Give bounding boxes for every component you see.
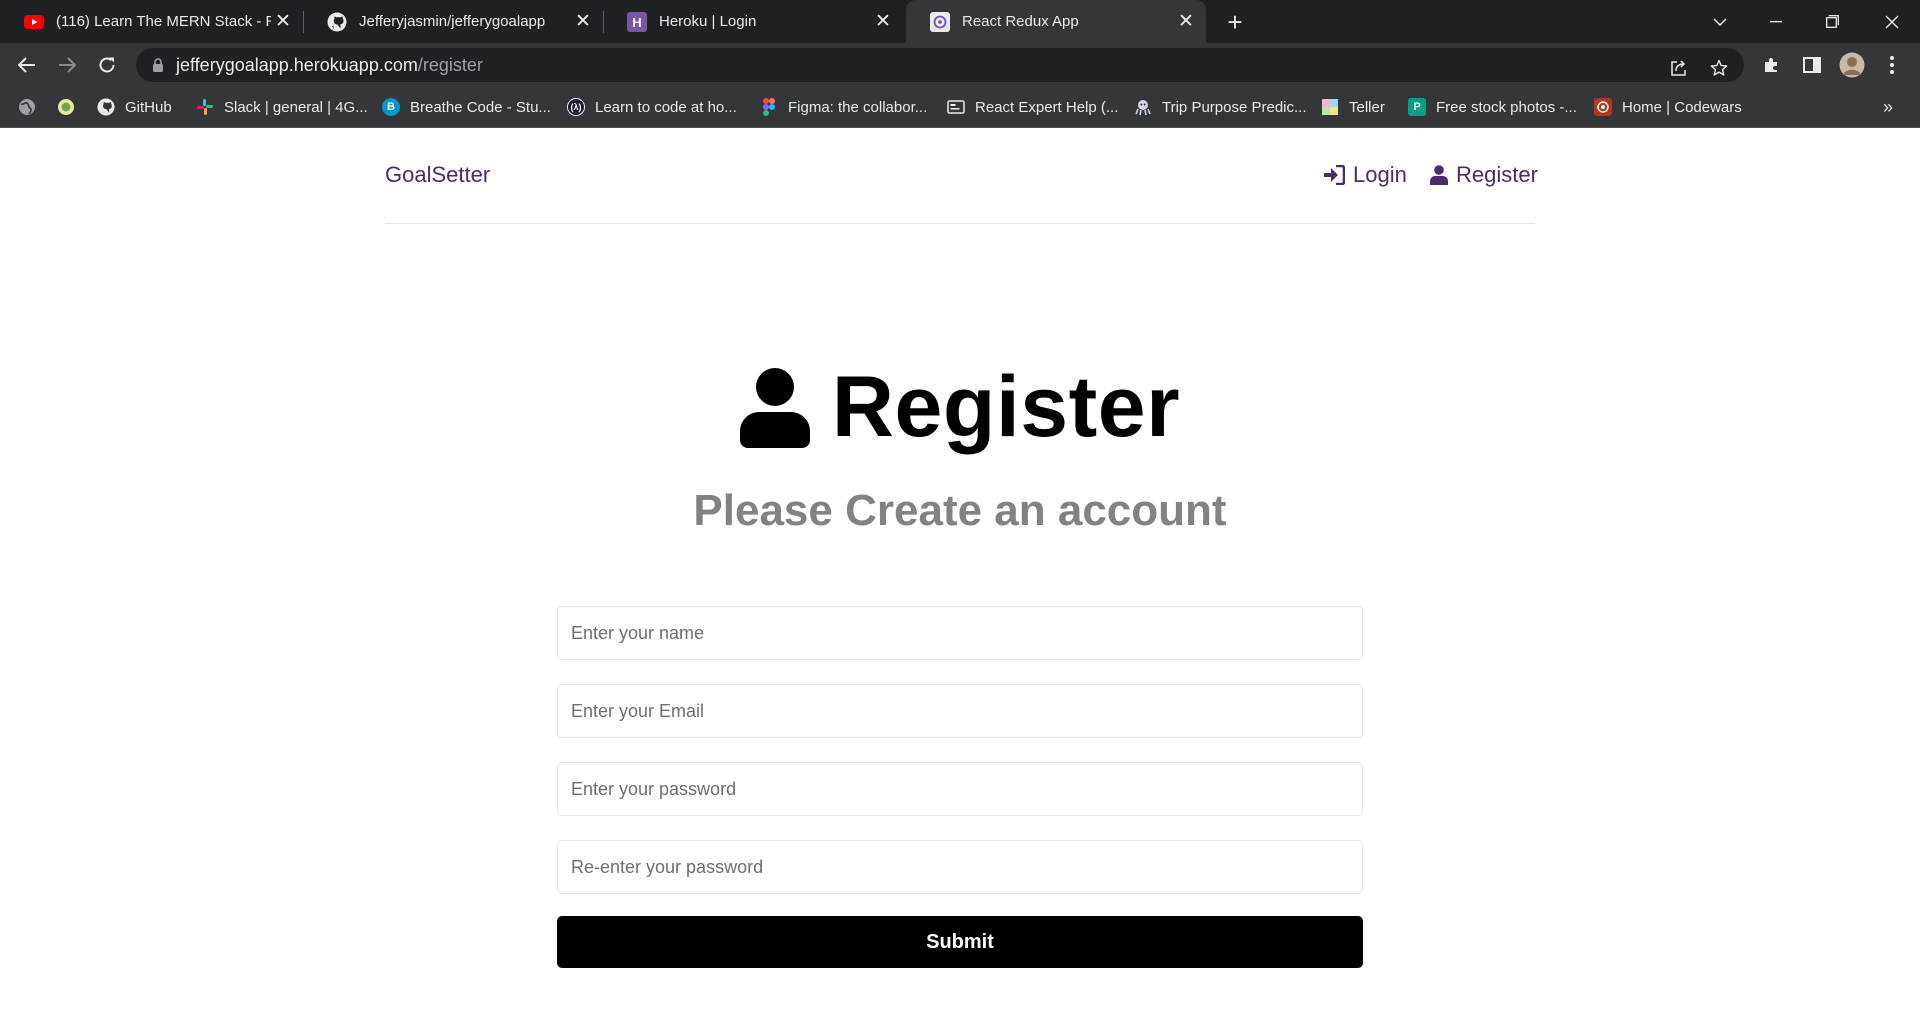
bookmark-label: Learn to code at ho... [595,98,737,116]
bookmark-figma[interactable]: Figma: the collabor... [760,95,927,119]
bookmark-label: Home | Codewars [1622,98,1742,116]
bookmark-react-expert[interactable]: React Expert Help (... [947,95,1118,119]
bookmarks-overflow-button[interactable]: » [1883,95,1893,119]
page-content: GoalSetter Login Register Register Pleas… [0,128,1920,1020]
browser-toolbar: jefferygoalapp.herokuapp.com/register [0,43,1920,86]
tab-github[interactable]: Jefferyjasmin/jefferygoalapp ✕ [303,0,604,43]
extensions-icon[interactable] [1756,50,1786,80]
close-icon[interactable]: ✕ [271,10,295,34]
bookmark-breathe-code[interactable]: B Breathe Code - Stu... [382,95,551,119]
page-subtitle: Please Create an account [693,486,1227,535]
youtube-icon [24,12,44,32]
logo-link[interactable]: GoalSetter [385,162,490,188]
bookmark-label: React Expert Help (... [975,98,1119,116]
register-form: Submit [557,606,1363,968]
tab-heroku[interactable]: H Heroku | Login ✕ [603,0,903,43]
address-bar[interactable]: jefferygoalapp.herokuapp.com/register [136,48,1744,82]
bookmark-label: Free stock photos -... [1436,98,1577,116]
star-icon[interactable] [1704,53,1734,83]
side-panel-icon[interactable] [1797,50,1827,80]
bookmark-label: GitHub [125,98,172,116]
user-icon [1430,165,1448,185]
github-icon [97,98,115,116]
url-host: jefferygoalapp.herokuapp.com [176,54,418,75]
close-window-icon[interactable] [1864,0,1920,43]
bookmarks-bar: GitHub Slack | general | 4G... B Breathe… [0,86,1920,128]
bookmark-label: Figma: the collabor... [788,98,928,116]
globe-icon[interactable] [18,95,36,119]
tab-youtube[interactable]: (116) Learn The MERN Stack - Re ✕ [0,0,304,43]
new-tab-button[interactable]: + [1221,7,1249,37]
restore-icon[interactable] [1804,0,1860,43]
bookmark-label: Trip Purpose Predic... [1162,98,1307,116]
bookmark-label: Teller [1349,98,1385,116]
menu-icon[interactable] [1877,50,1907,80]
bookmark-pexels[interactable]: P Free stock photos -... [1408,95,1577,119]
email-input[interactable] [557,684,1363,738]
sign-in-icon [1324,165,1345,185]
card-icon [947,98,965,116]
bookmark-label: Breathe Code - Stu... [410,98,551,116]
leaf-icon[interactable] [57,95,75,119]
slack-icon [196,98,214,116]
bookmark-slack[interactable]: Slack | general | 4G... [196,95,368,119]
redux-icon [930,11,950,32]
submit-button[interactable]: Submit [557,916,1363,968]
register-link[interactable]: Register [1430,162,1538,188]
heroku-icon: H [627,11,647,32]
browser-tabstrip: (116) Learn The MERN Stack - Re ✕ Jeffer… [0,0,1920,43]
tab-title: Jefferyjasmin/jefferygoalapp [359,13,546,30]
codewars-icon [1594,98,1612,116]
bookmark-teller[interactable]: Teller [1321,95,1385,119]
pexels-icon: P [1408,98,1426,116]
reload-icon[interactable] [92,50,122,80]
close-icon[interactable]: ✕ [571,10,595,34]
url-path: /register [417,54,483,75]
teller-icon [1321,98,1339,116]
code-icon: (λ) [567,98,585,116]
figma-icon [760,98,778,116]
tab-react-redux-app[interactable]: React Redux App ✕ [906,0,1206,43]
login-link[interactable]: Login [1323,162,1407,188]
confirm-password-input[interactable] [557,840,1363,894]
octopus-icon [1134,98,1152,116]
tab-title: React Redux App [962,13,1079,30]
user-icon [739,367,810,448]
minimize-icon[interactable] [1748,0,1804,43]
name-input[interactable] [557,606,1363,660]
password-input[interactable] [557,762,1363,816]
close-icon[interactable]: ✕ [871,10,895,34]
lock-icon[interactable] [152,58,164,72]
register-label: Register [1456,162,1538,187]
share-icon[interactable] [1664,53,1694,83]
page-heading: Register [0,358,1920,457]
breathecode-icon: B [382,98,400,116]
bookmark-github[interactable]: GitHub [97,95,172,119]
back-arrow-icon[interactable] [12,50,42,80]
profile-avatar[interactable] [1837,50,1867,80]
bookmark-label: Slack | general | 4G... [224,98,368,116]
login-label: Login [1353,162,1407,187]
bookmark-learn-to-code[interactable]: (λ) Learn to code at ho... [567,95,737,119]
app-header: GoalSetter Login Register [385,128,1538,224]
page-title: Register [831,359,1181,455]
github-icon [327,12,347,32]
forward-arrow-icon[interactable] [52,50,82,80]
tab-title: Heroku | Login [659,13,757,30]
tab-title: (116) Learn The MERN Stack - Re [56,13,271,30]
close-icon[interactable]: ✕ [1174,10,1198,34]
bookmark-codewars[interactable]: Home | Codewars [1594,95,1742,119]
svg-text:H: H [632,15,641,30]
tab-search-icon[interactable] [1692,0,1748,43]
bookmark-trip-purpose[interactable]: Trip Purpose Predic... [1134,95,1307,119]
